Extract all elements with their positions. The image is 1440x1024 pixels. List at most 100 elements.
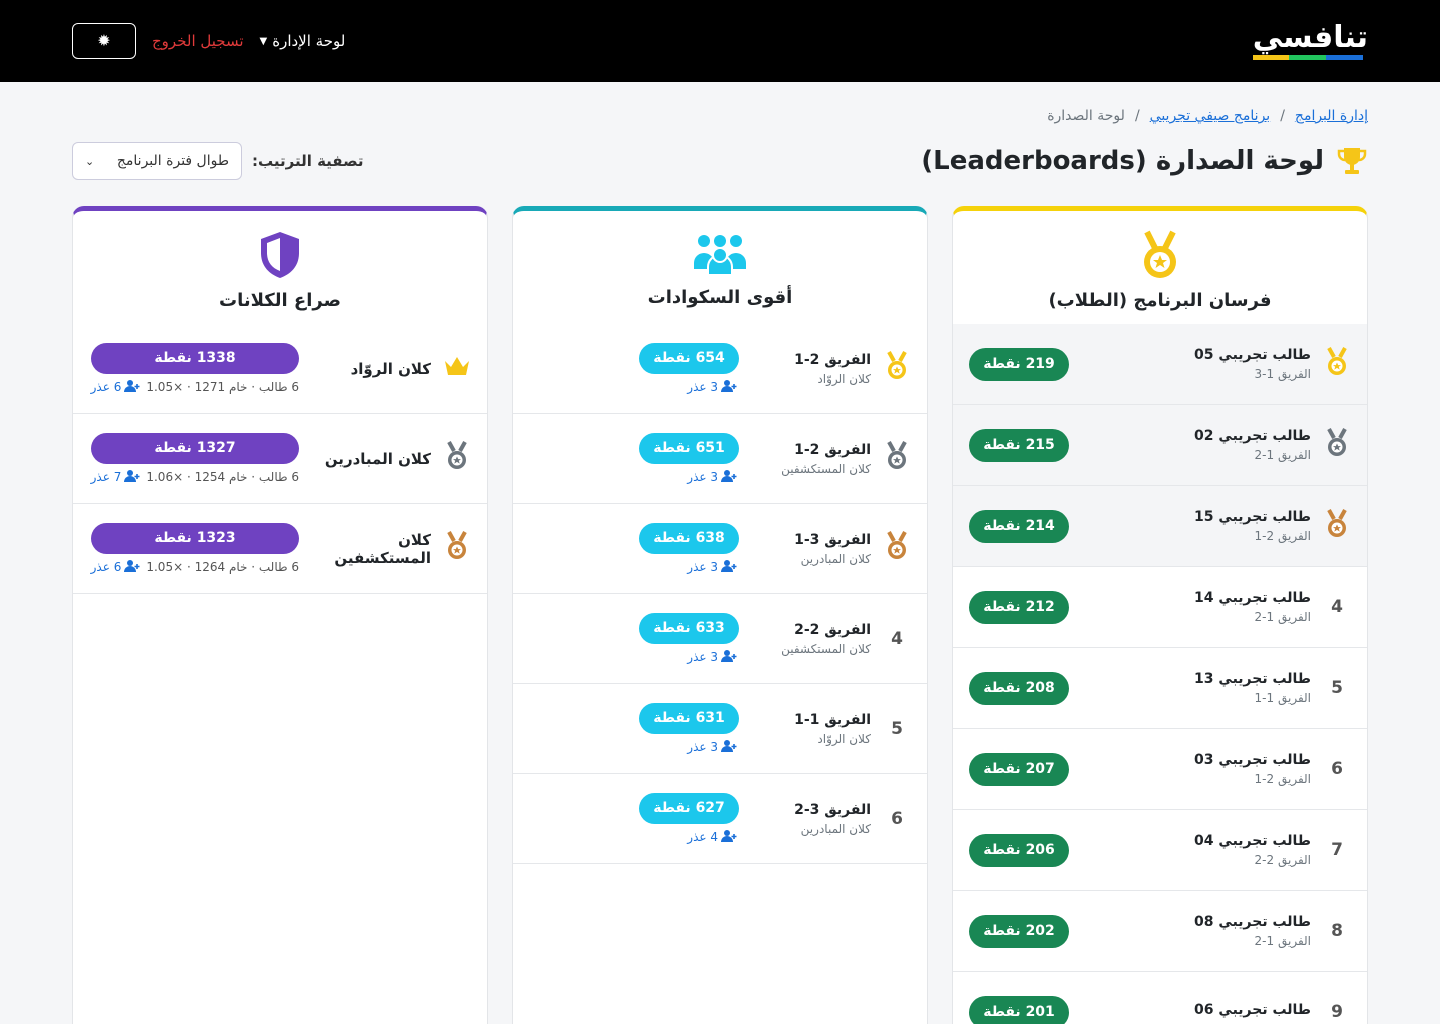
student-team: الفريق 1-3 [1254, 367, 1311, 381]
clan-meta: 6 طالب · خام 1264 · ×1.05 6 عذر [90, 559, 299, 575]
page-title-text: لوحة الصدارة (Leaderboards) [921, 146, 1324, 176]
period-select[interactable]: طوال فترة البرنامج ⌄ [72, 142, 242, 180]
members-count-text: 3 عذر [687, 650, 718, 664]
student-row[interactable]: 9 طالب تجريبي 06 201 نقطة [953, 972, 1367, 1024]
points-badge: 633 نقطة [639, 612, 739, 644]
gold-medal-icon [884, 351, 910, 386]
members-count[interactable]: 6 عذر [91, 379, 143, 395]
breadcrumb-programs[interactable]: إدارة البرامج [1295, 108, 1368, 124]
squad-row[interactable]: 5 الفريق 1-1 كلان الروّاد 631 نقطة 3 عذر [513, 684, 927, 774]
student-row[interactable]: 6 طالب تجريبي 03 الفريق 2-1 207 نقطة [953, 729, 1367, 810]
squad-name: الفريق 2-1 [794, 351, 871, 368]
user-plus-icon [721, 649, 739, 665]
squad-info: الفريق 3-1 كلان المبادرين [739, 532, 883, 566]
student-team: الفريق 1-2 [1254, 934, 1311, 948]
student-row[interactable]: 8 طالب تجريبي 08 الفريق 1-2 202 نقطة [953, 891, 1367, 972]
clan-row[interactable]: كلان المستكشفين 1323 نقطة 6 طالب · خام 126… [73, 504, 487, 594]
student-row[interactable]: طالب تجريبي 02 الفريق 1-2 215 نقطة [953, 405, 1367, 486]
clan-stats: 1323 نقطة 6 طالب · خام 1264 · ×1.05 6 عذر [89, 522, 299, 575]
student-name: طالب تجريبي 14 [1194, 590, 1311, 606]
admin-menu-dropdown[interactable]: لوحة الإدارة ▼ [260, 32, 346, 50]
main-container: إدارة البرامج / برنامج صيفي تجريبي / لوح… [0, 82, 1440, 1024]
rank-badge: 4 [1323, 597, 1351, 617]
breadcrumb-program[interactable]: برنامج صيفي تجريبي [1150, 108, 1271, 124]
squad-row[interactable]: 4 الفريق 2-2 كلان المستكشفين 633 نقطة 3 عذر [513, 594, 927, 684]
squads-card-title: أقوى السكوادات [647, 287, 793, 308]
members-count-text: 6 عذر [90, 560, 122, 574]
members-count[interactable]: 3 عذر [687, 739, 739, 755]
members-count[interactable]: 3 عذر [687, 649, 739, 665]
student-name: طالب تجريبي 02 [1194, 428, 1311, 444]
members-count-text: 4 عذر [687, 830, 718, 844]
squad-clan: كلان المستكشفين [781, 641, 871, 656]
student-name: طالب تجريبي 04 [1194, 833, 1311, 849]
user-plus-icon [124, 379, 142, 395]
student-team: الفريق 1-1 [1254, 691, 1311, 705]
rank-badge [443, 441, 471, 476]
members-count[interactable]: 4 عذر [687, 829, 739, 845]
rank-badge: 5 [883, 719, 911, 739]
rank-badge [1323, 346, 1351, 382]
student-row[interactable]: 5 طالب تجريبي 13 الفريق 1-1 208 نقطة [953, 648, 1367, 729]
points-badge: 201 نقطة [969, 995, 1069, 1024]
members-count-text: 7 عذر [90, 470, 122, 484]
squad-stats: 627 نقطة 4 عذر [529, 792, 739, 845]
squad-row[interactable]: الفريق 2-1 كلان الروّاد 654 نقطة 3 عذر [513, 324, 927, 414]
breadcrumb: إدارة البرامج / برنامج صيفي تجريبي / لوح… [1047, 108, 1368, 124]
squad-row[interactable]: 6 الفريق 3-2 كلان المبادرين 627 نقطة 4 عذر [513, 774, 927, 864]
rank-badge [443, 355, 471, 382]
squad-row[interactable]: الفريق 2-1 كلان المستكشفين 651 نقطة 3 عذر [513, 414, 927, 504]
users-group-icon [694, 235, 746, 276]
points-badge: 215 نقطة [969, 428, 1069, 462]
squad-name: الفريق 2-1 [794, 441, 871, 458]
period-select-value: طوال فترة البرنامج [116, 153, 229, 169]
members-count[interactable]: 3 عذر [687, 559, 739, 575]
members-count[interactable]: 7 عذر [90, 469, 143, 485]
points-badge: 212 نقطة [969, 590, 1069, 624]
points-badge: 627 نقطة [639, 792, 739, 824]
brand-logo[interactable]: تنافسي [1252, 22, 1368, 60]
student-row[interactable]: طالب تجريبي 05 الفريق 1-3 219 نقطة [953, 324, 1367, 405]
student-info: طالب تجريبي 06 [1069, 1002, 1323, 1022]
clan-meta-text: 6 طالب · خام 1254 · ×1.06 [146, 469, 299, 484]
student-row[interactable]: طالب تجريبي 15 الفريق 2-1 214 نقطة [953, 486, 1367, 567]
points-badge: 1323 نقطة [91, 522, 299, 554]
student-row[interactable]: 4 طالب تجريبي 14 الفريق 1-2 212 نقطة [953, 567, 1367, 648]
rank-badge: 4 [883, 629, 911, 649]
student-team: الفريق 1-2 [1254, 448, 1311, 462]
clan-name: كلان الروّاد [350, 359, 431, 378]
squad-info: الفريق 1-1 كلان الروّاد [739, 712, 883, 746]
theme-toggle-button[interactable]: ✹ [72, 23, 136, 59]
rank-badge: 6 [1323, 759, 1351, 779]
clan-meta: 6 طالب · خام 1271 · ×1.05 6 عذر [91, 379, 299, 395]
clan-name: كلان المبادرين [324, 449, 431, 468]
members-count[interactable]: 3 عذر [687, 469, 739, 485]
clan-row[interactable]: كلان المبادرين 1327 نقطة 6 طالب · خام 1254… [73, 414, 487, 504]
squad-stats: 638 نقطة 3 عذر [529, 522, 739, 575]
student-info: طالب تجريبي 05 الفريق 1-3 [1069, 347, 1323, 381]
leaderboards: فرسان البرنامج (الطلاب) طالب تجريبي 05 ال… [72, 206, 1368, 1024]
rank-number: 5 [891, 718, 903, 739]
points-badge: 214 نقطة [969, 509, 1069, 543]
student-row[interactable]: 7 طالب تجريبي 04 الفريق 2-2 206 نقطة [953, 810, 1367, 891]
bronze-medal-icon [884, 531, 910, 566]
student-info: طالب تجريبي 14 الفريق 1-2 [1069, 590, 1323, 624]
clans-leaderboard: صراع الكلانات كلان الروّاد 1338 نقطة 6 طال… [72, 206, 488, 1024]
squad-info: الفريق 2-2 كلان المستكشفين [739, 622, 883, 656]
breadcrumb-current: لوحة الصدارة [1047, 108, 1125, 124]
members-count[interactable]: 6 عذر [90, 559, 143, 575]
student-info: طالب تجريبي 04 الفريق 2-2 [1069, 833, 1323, 867]
ranking-filter: تصفية الترتيب: طوال فترة البرنامج ⌄ [72, 142, 364, 180]
bronze-medal-icon [1324, 508, 1350, 544]
members-count-text: 3 عذر [687, 380, 718, 394]
clan-row[interactable]: كلان الروّاد 1338 نقطة 6 طالب · خام 1271 ·… [73, 324, 487, 414]
squad-stats: 654 نقطة 3 عذر [529, 342, 739, 395]
logout-link[interactable]: تسجيل الخروج [152, 32, 244, 50]
user-plus-icon [721, 829, 739, 845]
rank-number: 7 [1331, 840, 1343, 860]
squad-row[interactable]: الفريق 3-1 كلان المبادرين 638 نقطة 3 عذر [513, 504, 927, 594]
members-count[interactable]: 3 عذر [687, 379, 739, 395]
student-name: طالب تجريبي 03 [1194, 752, 1311, 768]
student-team: الفريق 1-2 [1254, 610, 1311, 624]
points-badge: 219 نقطة [969, 347, 1069, 381]
